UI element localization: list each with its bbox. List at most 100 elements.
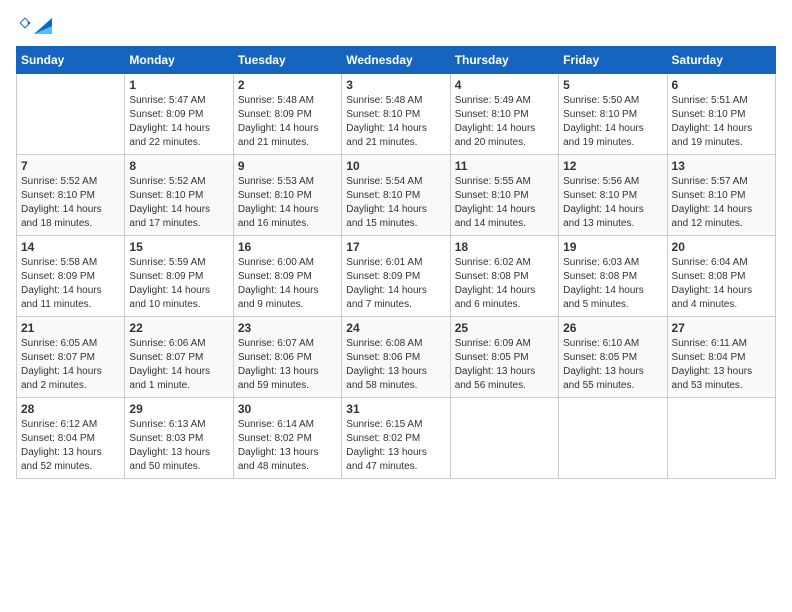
day-cell: 23Sunrise: 6:07 AMSunset: 8:06 PMDayligh…: [233, 316, 341, 397]
day-number: 26: [563, 321, 662, 335]
day-number: 6: [672, 78, 771, 92]
day-number: 29: [129, 402, 228, 416]
day-number: 1: [129, 78, 228, 92]
day-info: Sunrise: 6:05 AMSunset: 8:07 PMDaylight:…: [21, 337, 120, 393]
day-info: Sunrise: 5:54 AMSunset: 8:10 PMDaylight:…: [346, 175, 445, 231]
day-cell: 14 Sunrise: 5:58 AMSunset: 8:09 PMDayligh…: [17, 235, 125, 316]
day-number: 18: [455, 240, 554, 254]
day-number: 19: [563, 240, 662, 254]
calendar-table: SundayMondayTuesdayWednesdayThursdayFrid…: [16, 46, 776, 479]
day-number: 28: [21, 402, 120, 416]
day-header-thursday: Thursday: [450, 46, 558, 73]
day-info: Sunrise: 6:07 AMSunset: 8:06 PMDaylight:…: [238, 337, 337, 393]
day-header-tuesday: Tuesday: [233, 46, 341, 73]
week-row-4: 21 Sunrise: 6:05 AMSunset: 8:07 PMDayligh…: [17, 316, 776, 397]
day-cell: 30 Sunrise: 6:14 AMSunset: 8:02 PMDayligh…: [233, 397, 341, 478]
day-cell: 3Sunrise: 5:48 AMSunset: 8:10 PMDaylight…: [342, 73, 450, 154]
day-cell: 4 Sunrise: 5:49 AMSunset: 8:10 PMDaylight…: [450, 73, 558, 154]
day-number: 25: [455, 321, 554, 335]
day-cell: 31 Sunrise: 6:15 AMSunset: 8:02 PMDayligh…: [342, 397, 450, 478]
header-row: SundayMondayTuesdayWednesdayThursdayFrid…: [17, 46, 776, 73]
day-info: Sunrise: 5:59 AMSunset: 8:09 PMDaylight:…: [129, 256, 228, 312]
day-number: 12: [563, 159, 662, 173]
day-cell: 19Sunrise: 6:03 AMSunset: 8:08 PMDayligh…: [559, 235, 667, 316]
day-number: 20: [672, 240, 771, 254]
day-number: 21: [21, 321, 120, 335]
day-cell: [17, 73, 125, 154]
day-info: Sunrise: 6:06 AMSunset: 8:07 PMDaylight:…: [129, 337, 228, 393]
day-cell: 28 Sunrise: 6:12 AMSunset: 8:04 PMDayligh…: [17, 397, 125, 478]
day-info: Sunrise: 5:47 AMSunset: 8:09 PMDaylight:…: [129, 94, 228, 150]
week-row-1: 1 Sunrise: 5:47 AMSunset: 8:09 PMDaylight…: [17, 73, 776, 154]
day-number: 2: [238, 78, 337, 92]
day-number: 15: [129, 240, 228, 254]
day-cell: 11 Sunrise: 5:55 AMSunset: 8:10 PMDayligh…: [450, 154, 558, 235]
day-cell: 22 Sunrise: 6:06 AMSunset: 8:07 PMDayligh…: [125, 316, 233, 397]
day-number: 11: [455, 159, 554, 173]
day-info: Sunrise: 5:52 AMSunset: 8:10 PMDaylight:…: [21, 175, 120, 231]
day-info: Sunrise: 5:52 AMSunset: 8:10 PMDaylight:…: [129, 175, 228, 231]
day-info: Sunrise: 6:09 AMSunset: 8:05 PMDaylight:…: [455, 337, 554, 393]
page-header: [16, 16, 776, 36]
day-number: 30: [238, 402, 337, 416]
day-cell: 20 Sunrise: 6:04 AMSunset: 8:08 PMDayligh…: [667, 235, 775, 316]
logo: [16, 16, 52, 36]
day-info: Sunrise: 5:49 AMSunset: 8:10 PMDaylight:…: [455, 94, 554, 150]
day-cell: 26 Sunrise: 6:10 AMSunset: 8:05 PMDayligh…: [559, 316, 667, 397]
day-cell: 16 Sunrise: 6:00 AMSunset: 8:09 PMDayligh…: [233, 235, 341, 316]
day-cell: [667, 397, 775, 478]
day-number: 31: [346, 402, 445, 416]
day-cell: 27 Sunrise: 6:11 AMSunset: 8:04 PMDayligh…: [667, 316, 775, 397]
day-number: 13: [672, 159, 771, 173]
day-cell: 8 Sunrise: 5:52 AMSunset: 8:10 PMDaylight…: [125, 154, 233, 235]
logo-icon: [18, 16, 32, 30]
day-header-saturday: Saturday: [667, 46, 775, 73]
day-info: Sunrise: 6:15 AMSunset: 8:02 PMDaylight:…: [346, 418, 445, 474]
day-cell: 24Sunrise: 6:08 AMSunset: 8:06 PMDayligh…: [342, 316, 450, 397]
day-number: 7: [21, 159, 120, 173]
day-info: Sunrise: 6:12 AMSunset: 8:04 PMDaylight:…: [21, 418, 120, 474]
day-info: Sunrise: 6:04 AMSunset: 8:08 PMDaylight:…: [672, 256, 771, 312]
day-info: Sunrise: 5:48 AMSunset: 8:10 PMDaylight:…: [346, 94, 445, 150]
day-cell: 6Sunrise: 5:51 AMSunset: 8:10 PMDaylight…: [667, 73, 775, 154]
day-info: Sunrise: 6:01 AMSunset: 8:09 PMDaylight:…: [346, 256, 445, 312]
day-number: 9: [238, 159, 337, 173]
day-cell: 21 Sunrise: 6:05 AMSunset: 8:07 PMDayligh…: [17, 316, 125, 397]
day-cell: 17Sunrise: 6:01 AMSunset: 8:09 PMDayligh…: [342, 235, 450, 316]
day-cell: [559, 397, 667, 478]
week-row-5: 28 Sunrise: 6:12 AMSunset: 8:04 PMDayligh…: [17, 397, 776, 478]
day-number: 22: [129, 321, 228, 335]
day-info: Sunrise: 5:55 AMSunset: 8:10 PMDaylight:…: [455, 175, 554, 231]
day-number: 5: [563, 78, 662, 92]
day-cell: 10 Sunrise: 5:54 AMSunset: 8:10 PMDayligh…: [342, 154, 450, 235]
day-info: Sunrise: 6:14 AMSunset: 8:02 PMDaylight:…: [238, 418, 337, 474]
day-header-friday: Friday: [559, 46, 667, 73]
day-info: Sunrise: 6:02 AMSunset: 8:08 PMDaylight:…: [455, 256, 554, 312]
day-number: 16: [238, 240, 337, 254]
day-info: Sunrise: 5:58 AMSunset: 8:09 PMDaylight:…: [21, 256, 120, 312]
day-number: 4: [455, 78, 554, 92]
day-info: Sunrise: 5:56 AMSunset: 8:10 PMDaylight:…: [563, 175, 662, 231]
day-info: Sunrise: 6:08 AMSunset: 8:06 PMDaylight:…: [346, 337, 445, 393]
day-number: 27: [672, 321, 771, 335]
day-cell: 29Sunrise: 6:13 AMSunset: 8:03 PMDayligh…: [125, 397, 233, 478]
day-cell: 2 Sunrise: 5:48 AMSunset: 8:09 PMDaylight…: [233, 73, 341, 154]
day-info: Sunrise: 5:50 AMSunset: 8:10 PMDaylight:…: [563, 94, 662, 150]
week-row-2: 7 Sunrise: 5:52 AMSunset: 8:10 PMDaylight…: [17, 154, 776, 235]
day-cell: 25 Sunrise: 6:09 AMSunset: 8:05 PMDayligh…: [450, 316, 558, 397]
day-cell: 15 Sunrise: 5:59 AMSunset: 8:09 PMDayligh…: [125, 235, 233, 316]
day-cell: 12 Sunrise: 5:56 AMSunset: 8:10 PMDayligh…: [559, 154, 667, 235]
day-number: 14: [21, 240, 120, 254]
day-cell: 5 Sunrise: 5:50 AMSunset: 8:10 PMDaylight…: [559, 73, 667, 154]
day-info: Sunrise: 6:11 AMSunset: 8:04 PMDaylight:…: [672, 337, 771, 393]
day-cell: 1 Sunrise: 5:47 AMSunset: 8:09 PMDaylight…: [125, 73, 233, 154]
day-info: Sunrise: 6:00 AMSunset: 8:09 PMDaylight:…: [238, 256, 337, 312]
day-number: 8: [129, 159, 228, 173]
day-info: Sunrise: 5:48 AMSunset: 8:09 PMDaylight:…: [238, 94, 337, 150]
day-header-monday: Monday: [125, 46, 233, 73]
day-header-sunday: Sunday: [17, 46, 125, 73]
day-info: Sunrise: 6:10 AMSunset: 8:05 PMDaylight:…: [563, 337, 662, 393]
day-info: Sunrise: 5:57 AMSunset: 8:10 PMDaylight:…: [672, 175, 771, 231]
day-number: 10: [346, 159, 445, 173]
day-cell: 7 Sunrise: 5:52 AMSunset: 8:10 PMDaylight…: [17, 154, 125, 235]
